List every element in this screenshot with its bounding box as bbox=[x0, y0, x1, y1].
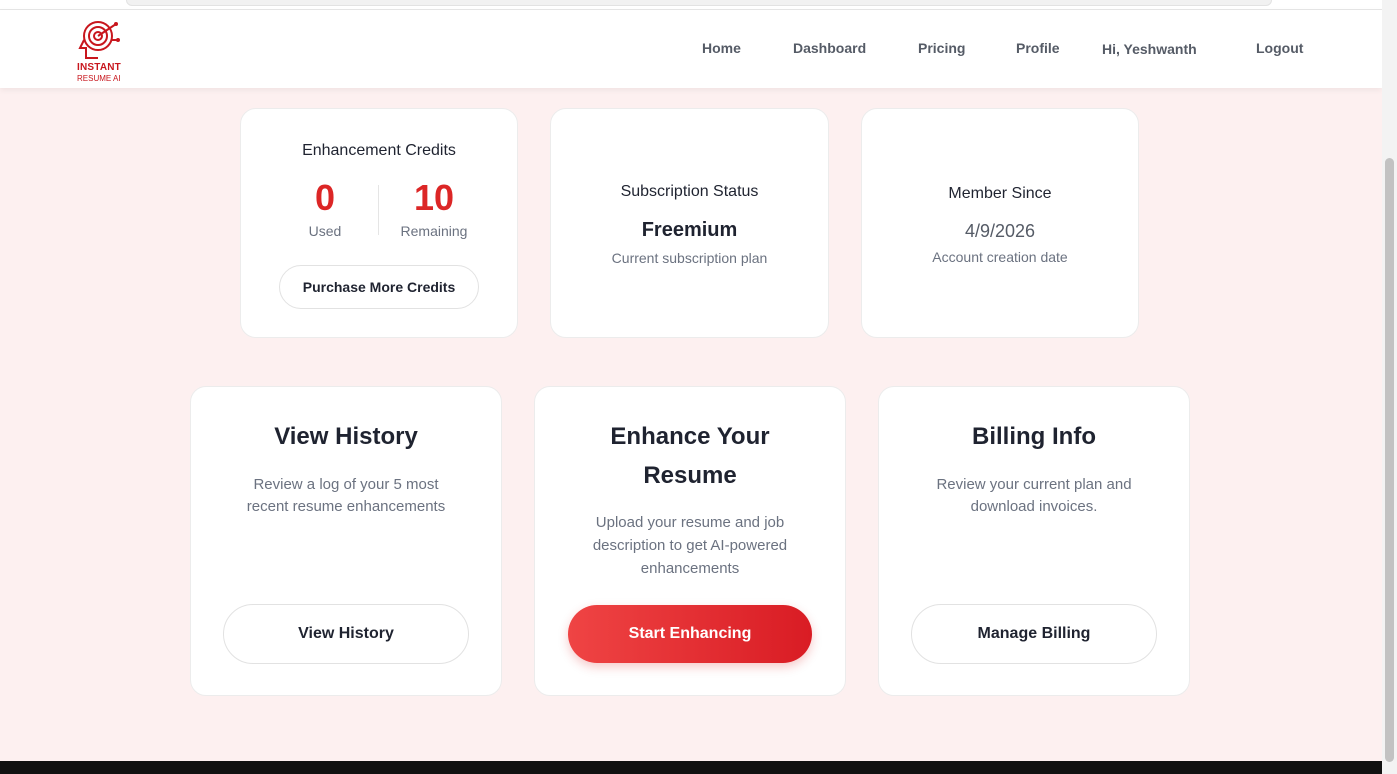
subscription-card: Subscription Status Freemium Current sub… bbox=[550, 108, 829, 338]
enhance-title-line1: Enhance Your bbox=[610, 423, 770, 450]
enhance-desc-line3: enhancements bbox=[640, 560, 740, 577]
subscription-title: Subscription Status bbox=[620, 183, 759, 200]
history-card: View History Review a log of your 5 most… bbox=[190, 386, 502, 696]
member-since-card: Member Since 4/9/2026 Account creation d… bbox=[861, 108, 1139, 338]
member-title: Member Since bbox=[948, 185, 1052, 202]
purchase-credits-button[interactable]: Purchase More Credits bbox=[279, 265, 479, 309]
nav-profile[interactable]: Profile bbox=[1016, 40, 1060, 56]
history-desc-line2: recent resume enhancements bbox=[246, 498, 446, 515]
nav-home[interactable]: Home bbox=[702, 40, 741, 56]
address-bar-edge bbox=[126, 0, 1272, 6]
billing-desc-line1: Review your current plan and bbox=[936, 476, 1132, 493]
browser-top-strip bbox=[0, 0, 1382, 10]
brain-target-icon bbox=[78, 21, 120, 59]
enhance-desc-line2: description to get AI-powered bbox=[592, 537, 788, 554]
site-header: INSTANT RESUME AI Home Dashboard Pricing… bbox=[0, 10, 1382, 88]
view-history-button[interactable]: View History bbox=[223, 604, 469, 664]
billing-title: Billing Info bbox=[972, 423, 1096, 450]
credits-title: Enhancement Credits bbox=[302, 142, 456, 159]
enhance-card: Enhance Your Resume Upload your resume a… bbox=[534, 386, 846, 696]
billing-desc-line2: download invoices. bbox=[970, 498, 1098, 515]
credits-remaining-value: 10 bbox=[413, 177, 455, 218]
credits-used-label: Used bbox=[308, 223, 342, 239]
nav-pricing[interactable]: Pricing bbox=[918, 40, 965, 56]
enhance-desc-line1: Upload your resume and job bbox=[595, 514, 785, 531]
nav-logout[interactable]: Logout bbox=[1256, 40, 1303, 56]
credits-used-value: 0 bbox=[314, 177, 336, 218]
credits-card: Enhancement Credits 0 Used 10 Remaining … bbox=[240, 108, 518, 338]
credits-remaining-label: Remaining bbox=[400, 223, 468, 239]
subscription-caption: Current subscription plan bbox=[611, 250, 768, 266]
member-date: 4/9/2026 bbox=[964, 221, 1036, 241]
history-desc-line1: Review a log of your 5 most bbox=[253, 476, 439, 493]
history-title: View History bbox=[274, 423, 418, 450]
brand-name-line1: INSTANT bbox=[77, 62, 121, 73]
page-scrollbar[interactable] bbox=[1382, 0, 1397, 774]
enhance-title-line2: Resume bbox=[643, 462, 737, 489]
billing-card: Billing Info Review your current plan an… bbox=[878, 386, 1190, 696]
footer-edge bbox=[0, 761, 1382, 774]
user-greeting: Hi, Yeshwanth bbox=[1102, 41, 1197, 57]
credits-divider bbox=[378, 185, 379, 235]
brand-logo[interactable]: INSTANT RESUME AI bbox=[76, 18, 122, 83]
scrollbar-thumb[interactable] bbox=[1385, 158, 1394, 762]
start-enhancing-button[interactable]: Start Enhancing bbox=[568, 605, 812, 663]
nav-dashboard[interactable]: Dashboard bbox=[793, 40, 866, 56]
subscription-plan: Freemium bbox=[641, 219, 738, 241]
manage-billing-button[interactable]: Manage Billing bbox=[911, 604, 1157, 664]
brand-name-line2: RESUME AI bbox=[77, 74, 121, 83]
member-caption: Account creation date bbox=[932, 249, 1068, 265]
